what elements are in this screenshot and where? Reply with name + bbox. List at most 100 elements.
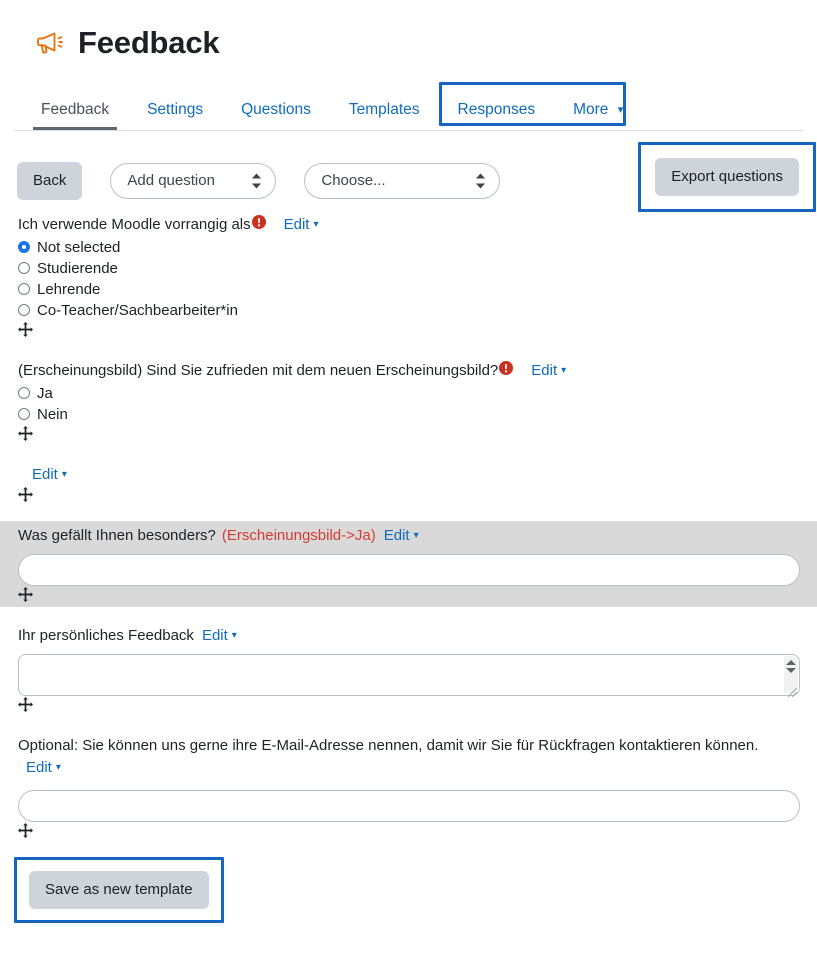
edit-link[interactable]: Edit ▾ xyxy=(26,759,61,776)
radio-option-label: Nein xyxy=(37,405,68,423)
choose-select[interactable]: Choose... xyxy=(304,162,501,199)
tab-more[interactable]: More ▾ xyxy=(554,96,642,131)
edit-link-label: Edit xyxy=(26,758,52,776)
toolbar: Back Add question Choose... Export quest… xyxy=(0,134,817,212)
move-icon[interactable] xyxy=(12,321,33,342)
scroll-down-arrow-icon[interactable] xyxy=(786,667,796,673)
tab-feedback-label: Feedback xyxy=(41,100,110,118)
move-icon[interactable] xyxy=(12,425,33,446)
select-arrows-icon xyxy=(476,173,486,188)
question-item-highlighted: Was gefällt Ihnen besonders? (Erscheinun… xyxy=(0,521,817,607)
edit-link[interactable]: Edit ▾ xyxy=(284,214,319,236)
page-title: Feedback xyxy=(78,24,220,60)
chevron-down-icon: ▾ xyxy=(313,219,319,230)
question-text: (Erscheinungsbild) Sind Sie zufrieden mi… xyxy=(18,361,499,379)
tab-settings[interactable]: Settings xyxy=(128,96,222,131)
question-header: Ich verwende Moodle vorrangig als Edit ▾ xyxy=(12,210,805,237)
required-icon xyxy=(499,360,514,375)
scroll-up-arrow-icon[interactable] xyxy=(786,659,796,665)
add-question-select[interactable]: Add question xyxy=(110,162,277,199)
radio-option[interactable]: Co-Teacher/Sachbearbeiter*in xyxy=(18,300,805,321)
export-questions-highlight-box: Export questions xyxy=(638,142,816,212)
item-spacer xyxy=(0,342,817,356)
back-button[interactable]: Back xyxy=(17,161,83,200)
tabbar-divider xyxy=(14,130,803,131)
tab-questions[interactable]: Questions xyxy=(222,96,330,131)
answer-text-input[interactable] xyxy=(18,790,800,823)
radio-input[interactable] xyxy=(18,408,30,420)
radio-option[interactable]: Studierende xyxy=(18,258,805,279)
question-item: Ich verwende Moodle vorrangig als Edit ▾ … xyxy=(0,210,817,342)
move-icon[interactable] xyxy=(12,486,33,507)
edit-link[interactable]: Edit ▾ xyxy=(531,360,566,382)
footer: Save as new template xyxy=(0,843,817,924)
choose-select-value: Choose... xyxy=(321,172,386,189)
radio-option[interactable]: Not selected xyxy=(18,237,805,258)
answer-textarea-wrapper xyxy=(18,653,800,698)
add-question-select-value: Add question xyxy=(127,172,215,189)
edit-link-label: Edit xyxy=(531,361,558,379)
radio-input[interactable] xyxy=(18,262,30,275)
question-header: Optional: Sie können uns gerne ihre E-Ma… xyxy=(12,731,805,780)
save-as-new-template-button[interactable]: Save as new template xyxy=(29,871,209,910)
edit-link-label: Edit xyxy=(201,627,228,644)
tab-settings-label: Settings xyxy=(147,100,204,118)
chevron-down-icon: ▾ xyxy=(231,630,237,641)
resize-grip-icon[interactable] xyxy=(787,684,798,698)
chevron-down-icon: ▾ xyxy=(55,761,61,773)
move-icon[interactable] xyxy=(12,586,33,607)
answer-textarea[interactable] xyxy=(18,653,800,696)
item-spacer xyxy=(0,607,817,621)
item-spacer xyxy=(0,507,817,521)
question-item: Optional: Sie können uns gerne ihre E-Ma… xyxy=(0,731,817,844)
edit-link-label: Edit xyxy=(383,527,410,545)
megaphone-icon xyxy=(34,26,66,58)
move-icon[interactable] xyxy=(12,822,33,843)
export-questions-button[interactable]: Export questions xyxy=(655,158,799,196)
question-text: Ihr persönliches Feedback xyxy=(18,627,194,644)
radio-option[interactable]: Lehrende xyxy=(18,279,805,300)
radio-input[interactable] xyxy=(18,387,30,399)
radio-option-label: Lehrende xyxy=(37,280,101,298)
pagebreak-header: Edit ▾ xyxy=(12,460,805,487)
edit-link[interactable]: Edit ▾ xyxy=(32,464,67,486)
item-spacer xyxy=(0,446,817,460)
answer-text-input[interactable] xyxy=(18,554,800,586)
tab-templates[interactable]: Templates xyxy=(330,96,439,131)
chevron-down-icon: ▾ xyxy=(561,364,567,376)
radio-option-label: Not selected xyxy=(37,238,121,256)
radio-input[interactable] xyxy=(18,304,30,317)
radio-input[interactable] xyxy=(18,241,30,254)
tabbar: Feedback Settings Questions Templates Re… xyxy=(0,86,817,130)
radio-option[interactable]: Ja xyxy=(18,383,805,404)
radio-option-label: Studierende xyxy=(37,259,118,277)
question-item: Ihr persönliches Feedback Edit ▾ xyxy=(0,621,817,717)
edit-link[interactable]: Edit ▾ xyxy=(384,525,419,547)
radio-option-label: Ja xyxy=(37,384,53,402)
item-spacer xyxy=(0,717,817,731)
dependency-text: (Erscheinungsbild->Ja) xyxy=(221,527,376,545)
edit-link-label: Edit xyxy=(283,216,310,233)
question-item: (Erscheinungsbild) Sind Sie zufrieden mi… xyxy=(0,356,817,446)
chevron-down-icon: ▾ xyxy=(413,530,419,542)
tab-questions-label: Questions xyxy=(241,100,311,118)
radio-group: Not selected Studierende Lehrende Co-Tea… xyxy=(12,237,805,321)
question-text: Ich verwende Moodle vorrangig als xyxy=(18,216,251,233)
select-arrows-icon xyxy=(252,173,262,188)
radio-option[interactable]: Nein xyxy=(18,404,805,425)
tab-responses[interactable]: Responses xyxy=(439,96,555,131)
question-text: Optional: Sie können uns gerne ihre E-Ma… xyxy=(18,736,759,754)
tabbar-wrapper: Feedback Settings Questions Templates Re… xyxy=(0,82,817,134)
tab-feedback[interactable]: Feedback xyxy=(22,96,128,131)
edit-link[interactable]: Edit ▾ xyxy=(202,625,237,647)
question-header: (Erscheinungsbild) Sind Sie zufrieden mi… xyxy=(12,356,805,383)
radio-option-label: Co-Teacher/Sachbearbeiter*in xyxy=(37,301,238,319)
pagebreak-item: Edit ▾ xyxy=(0,460,817,508)
edit-link-label: Edit xyxy=(32,465,58,483)
chevron-down-icon: ▾ xyxy=(61,468,67,480)
tab-more-label: More xyxy=(573,100,609,118)
move-icon[interactable] xyxy=(12,696,33,717)
radio-input[interactable] xyxy=(18,283,30,296)
question-header: Was gefällt Ihnen besonders? (Erscheinun… xyxy=(12,521,805,548)
question-list: Ich verwende Moodle vorrangig als Edit ▾ … xyxy=(0,210,817,843)
